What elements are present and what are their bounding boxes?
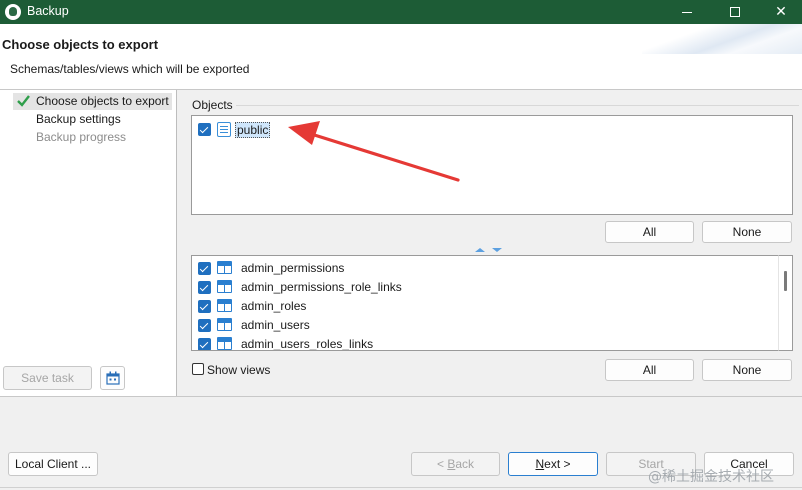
maximize-button[interactable] (712, 0, 758, 24)
local-client-button[interactable]: Local Client ... (8, 452, 98, 476)
step-label: Backup settings (36, 112, 121, 126)
table-icon (217, 280, 232, 293)
schema-list[interactable]: public (191, 115, 793, 215)
table-name: admin_users (241, 318, 310, 332)
wizard-header: Choose objects to export Schemas/tables/… (0, 24, 802, 90)
table-row[interactable]: admin_permissions_role_links (198, 278, 758, 297)
schema-row-public[interactable]: public (198, 121, 288, 139)
header-decoration (642, 24, 802, 54)
table-row[interactable]: admin_users_roles_links (198, 335, 758, 351)
table-row[interactable]: admin_roles (198, 297, 758, 316)
step-backup-progress: Backup progress (13, 129, 172, 146)
checkmark-icon (17, 95, 30, 107)
table-row[interactable]: admin_users (198, 316, 758, 335)
table-checkbox[interactable] (198, 319, 211, 332)
main-panel: Objects public All None admin_permission… (178, 90, 802, 396)
page-subtitle: Schemas/tables/views which will be expor… (10, 62, 250, 76)
step-label: Choose objects to export (36, 94, 169, 108)
splitter-handle-icon[interactable] (470, 246, 510, 254)
back-prefix: < (436, 457, 448, 471)
show-views-label[interactable]: Show views (207, 363, 270, 377)
table-icon (217, 299, 232, 312)
back-button[interactable]: < Back (411, 452, 500, 476)
table-checkbox[interactable] (198, 281, 211, 294)
schema-icon (217, 122, 231, 137)
table-name: admin_permissions (241, 261, 345, 275)
calendar-icon (106, 371, 120, 385)
tables-select-none-button[interactable]: None (702, 359, 792, 381)
table-row[interactable]: admin_permissions (198, 259, 758, 278)
table-icon (217, 261, 232, 274)
page-title: Choose objects to export (2, 37, 159, 52)
close-icon: ✕ (775, 3, 787, 19)
table-checkbox[interactable] (198, 300, 211, 313)
tables-select-all-button[interactable]: All (605, 359, 694, 381)
save-task-button[interactable]: Save task (3, 366, 92, 390)
schemas-select-all-button[interactable]: All (605, 221, 694, 243)
minimize-button[interactable] (664, 0, 710, 24)
table-list[interactable]: admin_permissions admin_permissions_role… (191, 255, 778, 351)
step-label: Backup progress (36, 130, 127, 144)
table-checkbox[interactable] (198, 262, 211, 275)
next-button[interactable]: Next > (508, 452, 598, 476)
next-rest: ext > (544, 457, 571, 471)
window-title: Backup (27, 4, 69, 18)
step-choose-objects[interactable]: Choose objects to export (13, 93, 172, 110)
show-views-checkbox[interactable] (192, 363, 204, 375)
table-icon (217, 337, 232, 350)
table-name: admin_users_roles_links (241, 337, 374, 351)
title-bar: Backup ✕ (0, 0, 802, 24)
schedule-task-button[interactable] (100, 366, 125, 390)
table-checkbox[interactable] (198, 338, 211, 350)
maximize-icon (730, 7, 740, 18)
wizard-steps-sidebar: Choose objects to export Backup settings… (0, 90, 177, 396)
table-icon (217, 318, 232, 331)
schema-checkbox[interactable] (198, 123, 211, 136)
group-divider (236, 105, 799, 106)
schema-label: public (235, 122, 271, 138)
schemas-select-none-button[interactable]: None (702, 221, 792, 243)
minimize-icon (682, 11, 692, 13)
footer-divider (0, 487, 802, 488)
table-name: admin_permissions_role_links (241, 280, 402, 294)
next-mnemonic: N (535, 457, 545, 471)
objects-group-label: Objects (192, 98, 233, 112)
close-button[interactable]: ✕ (758, 0, 802, 24)
step-backup-settings[interactable]: Backup settings (13, 111, 172, 128)
scrollbar-thumb[interactable] (784, 271, 787, 291)
table-name: admin_roles (241, 299, 307, 313)
back-rest: ack (455, 457, 475, 471)
table-list-scrollbar[interactable] (778, 255, 793, 351)
app-icon (5, 4, 21, 20)
watermark: @稀土掘金技术社区 (648, 469, 774, 485)
